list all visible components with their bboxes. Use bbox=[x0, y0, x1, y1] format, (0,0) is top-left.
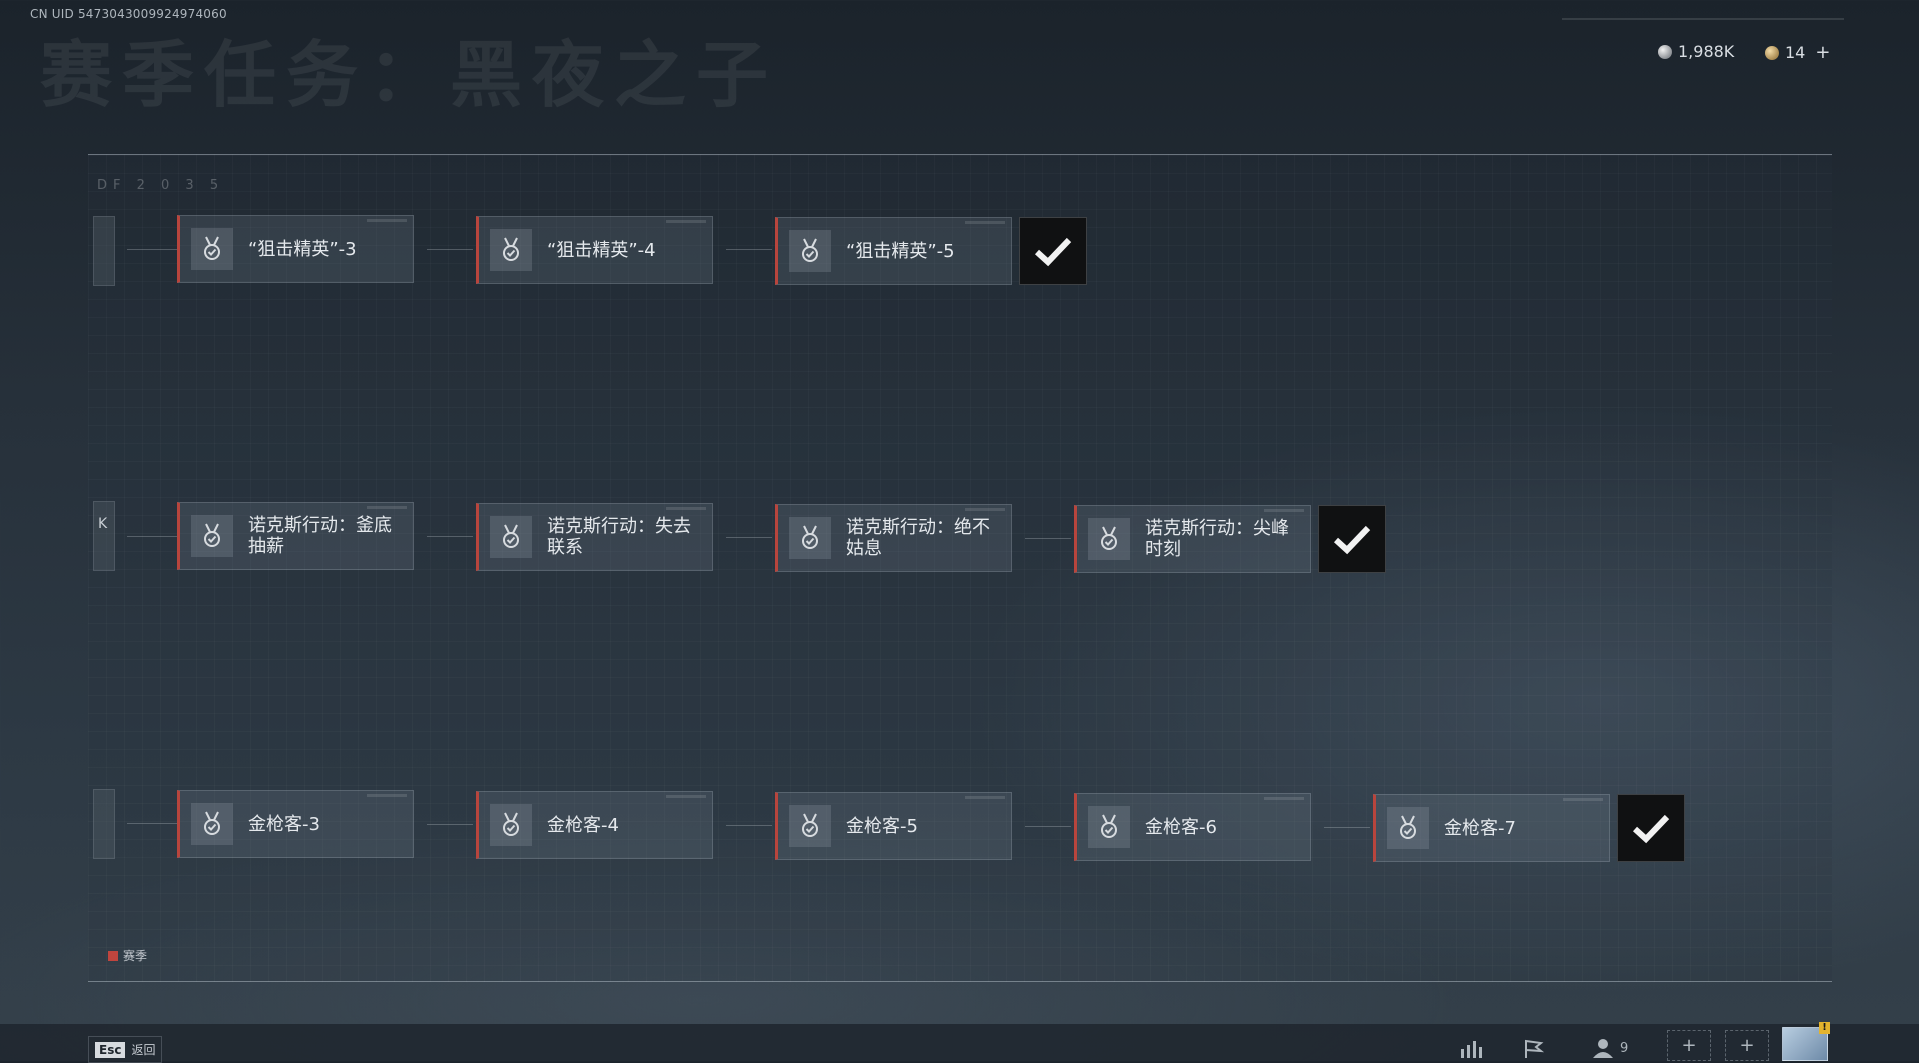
back-label: 返回 bbox=[131, 1043, 156, 1057]
connector bbox=[127, 536, 177, 537]
legend-label: 赛季 bbox=[123, 949, 148, 963]
currency-gold[interactable]: 14 + bbox=[1765, 42, 1830, 63]
connector bbox=[1025, 538, 1071, 539]
bottom-bar bbox=[0, 1024, 1919, 1061]
plus-icon: + bbox=[1739, 1035, 1755, 1056]
task-label: 金枪客-6 bbox=[1145, 816, 1217, 838]
task-card[interactable]: “狙击精英”-5 bbox=[775, 217, 1012, 285]
connector bbox=[427, 536, 473, 537]
friends-button[interactable]: 9 bbox=[1592, 1038, 1628, 1058]
notification-badge: ! bbox=[1819, 1022, 1830, 1034]
legend: 赛季 bbox=[108, 947, 147, 964]
connector bbox=[1324, 827, 1370, 828]
connector bbox=[726, 249, 772, 250]
connector bbox=[726, 537, 772, 538]
completed-badge bbox=[1318, 505, 1386, 573]
task-card[interactable]: 诺克斯行动：釜底抽薪 bbox=[177, 502, 414, 570]
task-card[interactable]: 金枪客-6 bbox=[1074, 793, 1311, 861]
stub-label: K bbox=[98, 516, 108, 532]
silver-amount: 1,988K bbox=[1678, 42, 1735, 61]
task-card[interactable]: 诺克斯行动：尖峰时刻 bbox=[1074, 505, 1311, 573]
gold-coin-icon bbox=[1765, 45, 1779, 60]
checkmark-icon bbox=[1333, 525, 1371, 555]
medal-check-icon bbox=[789, 230, 831, 272]
task-label: 金枪客-7 bbox=[1444, 817, 1516, 839]
connector bbox=[427, 824, 473, 825]
task-label: “狙击精英”-4 bbox=[547, 239, 656, 261]
task-card[interactable]: “狙击精英”-3 bbox=[177, 215, 414, 283]
stats-icon[interactable] bbox=[1455, 1036, 1489, 1061]
completed-badge bbox=[1617, 794, 1685, 862]
medal-check-icon bbox=[490, 229, 532, 271]
connector bbox=[127, 823, 177, 824]
task-label: 诺克斯行动：失去联系 bbox=[547, 516, 691, 558]
task-label: 诺克斯行动：绝不姑息 bbox=[846, 517, 990, 559]
connector bbox=[127, 249, 177, 250]
currency-silver[interactable]: 1,988K bbox=[1658, 42, 1734, 61]
medal-check-icon bbox=[789, 805, 831, 847]
task-card[interactable]: “狙击精英”-4 bbox=[476, 216, 713, 284]
task-label: 金枪客-4 bbox=[547, 814, 619, 836]
completed-badge bbox=[1019, 217, 1087, 285]
medal-check-icon bbox=[789, 517, 831, 559]
task-label: 金枪客-5 bbox=[846, 815, 918, 837]
page-title: 赛季任务：黑夜之子 bbox=[40, 33, 779, 117]
medal-check-icon bbox=[1387, 807, 1429, 849]
legend-swatch bbox=[108, 950, 118, 961]
silver-coin-icon bbox=[1658, 44, 1672, 59]
task-label: “狙击精英”-5 bbox=[846, 240, 955, 262]
task-card[interactable]: 金枪客-5 bbox=[775, 792, 1012, 860]
row-stub: K bbox=[93, 501, 115, 571]
flag-icon[interactable] bbox=[1517, 1036, 1551, 1061]
checkmark-icon bbox=[1034, 237, 1072, 267]
user-icon bbox=[1593, 1039, 1613, 1058]
task-card[interactable]: 金枪客-3 bbox=[177, 790, 414, 858]
df-code: DF 2 0 3 5 bbox=[97, 178, 225, 193]
task-card[interactable]: 诺克斯行动：绝不姑息 bbox=[775, 504, 1012, 572]
esc-key: Esc bbox=[95, 1041, 126, 1058]
task-label: “狙击精英”-3 bbox=[248, 238, 357, 260]
medal-check-icon bbox=[490, 804, 532, 846]
task-label: 金枪客-3 bbox=[248, 813, 320, 835]
gold-amount: 14 bbox=[1785, 43, 1806, 62]
medal-check-icon bbox=[490, 516, 532, 558]
task-card[interactable]: 金枪客-7 bbox=[1373, 794, 1610, 862]
plus-icon: + bbox=[1681, 1035, 1697, 1056]
medal-check-icon bbox=[191, 228, 233, 270]
friends-count: 9 bbox=[1620, 1040, 1629, 1056]
task-label: 诺克斯行动：釜底抽薪 bbox=[248, 515, 392, 557]
medal-check-icon bbox=[191, 515, 233, 557]
add-currency-button[interactable]: + bbox=[1815, 42, 1830, 63]
task-card[interactable]: 诺克斯行动：失去联系 bbox=[476, 503, 713, 571]
task-label: 诺克斯行动：尖峰时刻 bbox=[1145, 518, 1289, 560]
back-button[interactable]: Esc 返回 bbox=[88, 1036, 163, 1063]
connector bbox=[1025, 826, 1071, 827]
connector bbox=[726, 825, 772, 826]
top-decoration bbox=[1562, 18, 1844, 20]
medal-check-icon bbox=[1088, 518, 1130, 560]
add-slot-button[interactable]: + bbox=[1725, 1030, 1769, 1061]
task-card[interactable]: 金枪客-4 bbox=[476, 791, 713, 859]
row-stub bbox=[93, 789, 115, 859]
row-stub bbox=[93, 216, 115, 286]
connector bbox=[427, 249, 473, 250]
medal-check-icon bbox=[191, 803, 233, 845]
add-slot-button[interactable]: + bbox=[1667, 1030, 1711, 1061]
checkmark-icon bbox=[1632, 814, 1670, 844]
medal-check-icon bbox=[1088, 806, 1130, 848]
